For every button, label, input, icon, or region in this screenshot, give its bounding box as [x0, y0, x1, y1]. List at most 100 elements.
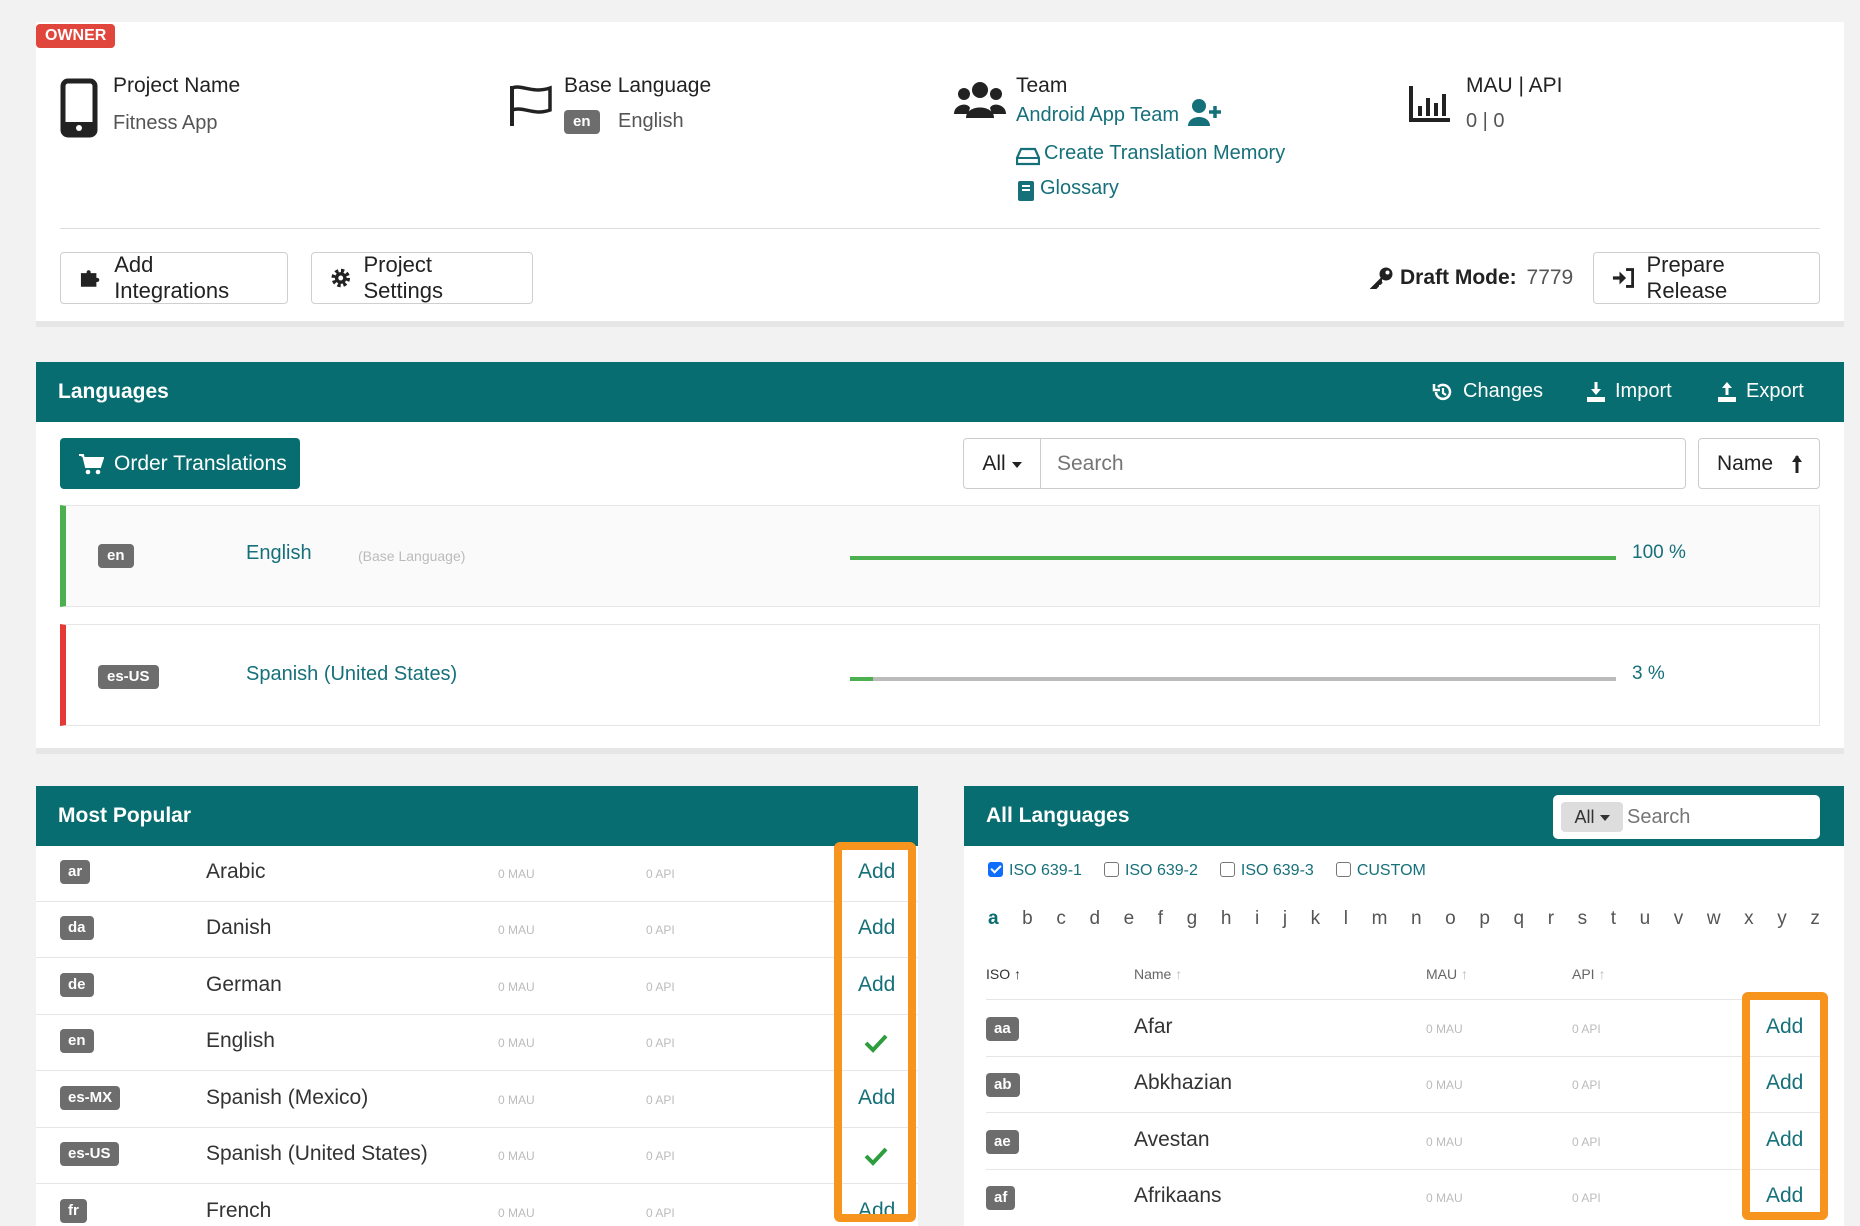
letter-v[interactable]: v: [1674, 908, 1684, 930]
letter-o[interactable]: o: [1445, 908, 1456, 930]
iso-639-3-checkbox[interactable]: ISO 639-3: [1219, 862, 1314, 880]
flag-icon: [510, 85, 552, 126]
letter-p[interactable]: p: [1479, 908, 1490, 930]
list-item: de German 0 MAU 0 API Add: [36, 959, 918, 1015]
add-integrations-button[interactable]: Add Integrations: [60, 252, 288, 304]
key-icon: [1370, 267, 1393, 289]
language-name-link[interactable]: Spanish (United States): [246, 663, 457, 686]
language-name: French: [206, 1199, 272, 1222]
letter-n[interactable]: n: [1411, 908, 1422, 930]
drive-icon: [1016, 147, 1040, 166]
sort-name-button[interactable]: Name: [1698, 438, 1820, 489]
column-iso[interactable]: ISO ↑: [986, 966, 1021, 982]
checkbox-icon: [1103, 862, 1119, 877]
letter-l[interactable]: l: [1344, 908, 1348, 930]
project-language-row-en[interactable]: en English (Base Language) 100 %: [60, 505, 1820, 607]
letter-k[interactable]: k: [1311, 908, 1321, 930]
all-languages-filter-value: All: [1574, 806, 1595, 827]
letter-i[interactable]: i: [1255, 908, 1259, 930]
most-popular-panel: Most Popular ar Arabic 0 MAU 0 API Add d…: [36, 786, 918, 1226]
column-name[interactable]: Name ↑: [1134, 966, 1182, 982]
prepare-release-button[interactable]: Prepare Release: [1593, 252, 1820, 304]
owner-badge: OWNER: [36, 24, 116, 48]
letter-u[interactable]: u: [1640, 908, 1651, 930]
glossary-link[interactable]: Glossary: [1040, 177, 1119, 200]
table-row: af Afrikaans 0 MAU 0 API Add: [986, 1170, 1822, 1226]
iso-639-2-checkbox[interactable]: ISO 639-2: [1103, 862, 1198, 880]
language-code-badge: es-US: [60, 1142, 119, 1166]
progress-percent: 3 %: [1632, 663, 1665, 684]
language-code-badge: ae: [986, 1130, 1019, 1154]
mau-count: 0 MAU: [498, 1036, 535, 1050]
create-translation-memory-link[interactable]: Create Translation Memory: [1044, 142, 1285, 165]
letter-h[interactable]: h: [1221, 908, 1232, 930]
letter-y[interactable]: y: [1777, 908, 1787, 930]
progress-bar: [850, 556, 1616, 560]
progress-bar: [850, 677, 1616, 681]
letter-f[interactable]: f: [1158, 908, 1163, 930]
divider: [60, 228, 1820, 229]
letter-s[interactable]: s: [1578, 908, 1588, 930]
changes-button[interactable]: Changes: [1432, 380, 1543, 403]
mau-count: 0 MAU: [498, 1206, 535, 1220]
letter-c[interactable]: c: [1056, 908, 1066, 930]
project-settings-button[interactable]: Project Settings: [311, 252, 533, 304]
api-count: 0 API: [646, 1206, 675, 1220]
all-languages-filter-dropdown[interactable]: All: [1561, 802, 1623, 832]
letter-r[interactable]: r: [1548, 908, 1554, 930]
iso-639-1-checkbox[interactable]: ISO 639-1: [988, 862, 1082, 880]
column-mau[interactable]: MAU ↑: [1426, 966, 1468, 982]
progress-fill: [850, 677, 873, 681]
language-code-badge: ar: [60, 860, 91, 884]
list-item: da Danish 0 MAU 0 API Add: [36, 902, 918, 958]
team-link[interactable]: Android App Team: [1016, 104, 1179, 127]
letter-a[interactable]: a: [988, 908, 999, 930]
checkbox-checked-icon: [988, 862, 1003, 877]
api-count: 0 API: [646, 1093, 675, 1107]
api-count: 0 API: [1572, 1078, 1601, 1092]
column-api[interactable]: API ↑: [1572, 966, 1605, 982]
language-name-link[interactable]: English: [246, 542, 312, 565]
column-mau-label: MAU: [1426, 966, 1458, 982]
project-language-row-es-us[interactable]: es-US Spanish (United States) 3 %: [60, 624, 1820, 726]
letter-x[interactable]: x: [1744, 908, 1754, 930]
letter-j[interactable]: j: [1283, 908, 1287, 930]
table-row: ab Abkhazian 0 MAU 0 API Add: [986, 1057, 1822, 1113]
letter-d[interactable]: d: [1089, 908, 1100, 930]
import-button[interactable]: Import: [1586, 380, 1672, 403]
all-languages-panel: All Languages All ISO 639-1 ISO 639-2 IS…: [964, 786, 1844, 1226]
language-name: German: [206, 973, 282, 996]
letter-q[interactable]: q: [1514, 908, 1525, 930]
list-item: en English 0 MAU 0 API: [36, 1015, 918, 1071]
api-count: 0 API: [646, 923, 675, 937]
export-button[interactable]: Export: [1717, 380, 1804, 403]
letter-e[interactable]: e: [1124, 908, 1135, 930]
all-languages-search-input[interactable]: [1627, 801, 1811, 833]
letter-t[interactable]: t: [1611, 908, 1616, 930]
language-code-badge: es-MX: [60, 1086, 121, 1110]
order-translations-button[interactable]: Order Translations: [60, 438, 300, 489]
language-filter-dropdown[interactable]: All: [963, 438, 1041, 489]
all-languages-header: All Languages All: [964, 786, 1844, 846]
custom-checkbox[interactable]: CUSTOM: [1335, 862, 1426, 880]
letter-z[interactable]: z: [1810, 908, 1820, 930]
column-api-label: API: [1572, 966, 1595, 982]
add-user-icon[interactable]: [1188, 98, 1222, 128]
letter-b[interactable]: b: [1022, 908, 1033, 930]
language-code-badge: da: [60, 916, 94, 940]
letter-w[interactable]: w: [1707, 908, 1721, 930]
language-search-input[interactable]: [1040, 438, 1686, 489]
letter-m[interactable]: m: [1372, 908, 1388, 930]
language-name: Abkhazian: [1134, 1071, 1233, 1094]
mau-count: 0 MAU: [1426, 1022, 1463, 1036]
project-card: OWNER Project Name Fitness App Base Lang…: [36, 22, 1844, 327]
language-code-badge: de: [60, 973, 94, 997]
all-languages-list: aa Afar 0 MAU 0 API Add ab Abkhazian 0 M…: [986, 1001, 1822, 1226]
letter-g[interactable]: g: [1187, 908, 1198, 930]
iso-filter-label: CUSTOM: [1356, 862, 1426, 879]
import-label: Import: [1615, 380, 1672, 402]
language-code-badge: aa: [986, 1017, 1019, 1041]
language-code-badge: ab: [986, 1073, 1020, 1097]
language-code-badge: en: [98, 544, 134, 568]
mau-api-label: MAU | API: [1466, 74, 1563, 97]
